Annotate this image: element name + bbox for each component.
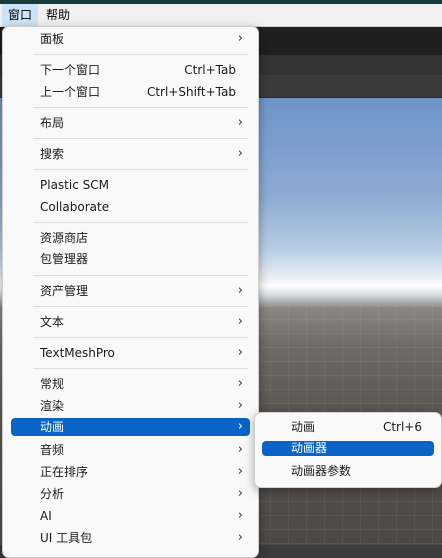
menu-item-text[interactable]: 文本 › (11, 311, 250, 333)
menu-item-label: 分析 (40, 487, 65, 501)
menu-item-rendering[interactable]: 渲染 › (11, 395, 250, 417)
chevron-right-icon: › (237, 398, 243, 413)
menu-item-panels[interactable]: 面板 › (11, 28, 250, 50)
menu-item-next-window[interactable]: 下一个窗口 Ctrl+Tab (11, 59, 250, 81)
menu-item-label: 音频 (40, 443, 65, 457)
menu-bar: 窗口 帮助 (0, 4, 442, 27)
menu-item-label: 包管理器 (40, 252, 89, 266)
submenu-item-shortcut: Ctrl+6 (382, 420, 422, 434)
menu-item-label: 搜索 (40, 147, 65, 161)
submenu-item-animator-parameters[interactable]: 动画器参数 (262, 462, 434, 480)
chevron-right-icon: › (237, 345, 243, 360)
menu-item-label: 文本 (40, 315, 65, 329)
menu-item-label: 资源商店 (40, 231, 89, 245)
menu-item-asset-management[interactable]: 资产管理 › (11, 280, 250, 302)
menu-item-layouts[interactable]: 布局 › (11, 112, 250, 134)
menu-item-label: AI (40, 509, 52, 523)
menu-item-label: 上一个窗口 (40, 85, 101, 99)
menu-separator (33, 306, 248, 307)
chevron-right-icon: › (237, 464, 243, 479)
menu-separator (33, 169, 248, 170)
menu-separator (33, 138, 248, 139)
submenu-item-animation[interactable]: 动画 Ctrl+6 (262, 418, 434, 436)
menu-item-label: 正在排序 (40, 465, 89, 479)
menu-item-label: Collaborate (40, 200, 110, 214)
submenu-item-label: 动画器参数 (291, 464, 352, 478)
menu-item-label: 面板 (40, 32, 65, 46)
menu-item-label: 常规 (40, 377, 65, 391)
menu-item-label: 渲染 (40, 399, 65, 413)
menu-item-label: 动画 (40, 420, 65, 434)
menu-separator (33, 107, 248, 108)
menu-window[interactable]: 窗口 (2, 4, 39, 26)
menu-item-shortcut: Ctrl+Shift+Tab (146, 85, 236, 99)
menu-item-package-manager[interactable]: 包管理器 (11, 248, 250, 270)
menu-item-label: 下一个窗口 (40, 63, 101, 77)
submenu-item-label: 动画 (291, 420, 316, 434)
menu-item-plastic-scm[interactable]: Plastic SCM (11, 174, 250, 196)
menu-item-sequencing[interactable]: 正在排序 › (11, 461, 250, 483)
window-menu-dropdown: 面板 › 下一个窗口 Ctrl+Tab 上一个窗口 Ctrl+Shift+Tab… (2, 26, 259, 558)
menu-item-asset-store[interactable]: 资源商店 (11, 227, 250, 249)
menu-item-label: 布局 (40, 116, 65, 130)
menu-item-shortcut: Ctrl+Tab (184, 63, 236, 77)
animation-submenu: 动画 Ctrl+6 动画器 动画器参数 (254, 412, 442, 488)
chevron-right-icon: › (237, 442, 243, 457)
menu-item-label: Plastic SCM (40, 178, 109, 192)
menu-separator (33, 275, 248, 276)
chevron-right-icon: › (237, 314, 243, 329)
chevron-right-icon: › (237, 146, 243, 161)
chevron-right-icon: › (237, 283, 243, 298)
menu-item-ai[interactable]: AI › (11, 505, 250, 527)
menu-item-textmeshpro[interactable]: TextMeshPro › (11, 342, 250, 364)
menu-item-previous-window[interactable]: 上一个窗口 Ctrl+Shift+Tab (11, 81, 250, 103)
menu-item-ui-toolkit[interactable]: UI 工具包 › (11, 527, 250, 549)
chevron-right-icon: › (237, 508, 243, 523)
menu-item-label: 资产管理 (40, 284, 89, 298)
menu-item-collaborate[interactable]: Collaborate (11, 196, 250, 218)
chevron-right-icon: › (237, 31, 243, 46)
menu-item-analysis[interactable]: 分析 › (11, 483, 250, 505)
chevron-right-icon: › (237, 530, 243, 545)
menu-separator (33, 337, 248, 338)
submenu-item-label: 动画器 (291, 441, 328, 455)
submenu-item-animator[interactable]: 动画器 (262, 441, 434, 456)
menu-item-animation[interactable]: 动画 › (11, 418, 250, 436)
menu-item-label: UI 工具包 (40, 531, 93, 545)
chevron-right-icon: › (237, 115, 243, 130)
chevron-right-icon: › (237, 376, 243, 391)
menu-separator (33, 222, 248, 223)
chevron-right-icon: › (237, 486, 243, 501)
menu-item-search[interactable]: 搜索 › (11, 143, 250, 165)
menu-item-audio[interactable]: 音频 › (11, 439, 250, 461)
menu-help[interactable]: 帮助 (40, 4, 76, 26)
menu-item-label: TextMeshPro (40, 346, 115, 360)
chevron-right-icon: › (237, 419, 243, 434)
menu-item-general[interactable]: 常规 › (11, 373, 250, 395)
menu-separator (33, 368, 248, 369)
menu-separator (33, 54, 248, 55)
